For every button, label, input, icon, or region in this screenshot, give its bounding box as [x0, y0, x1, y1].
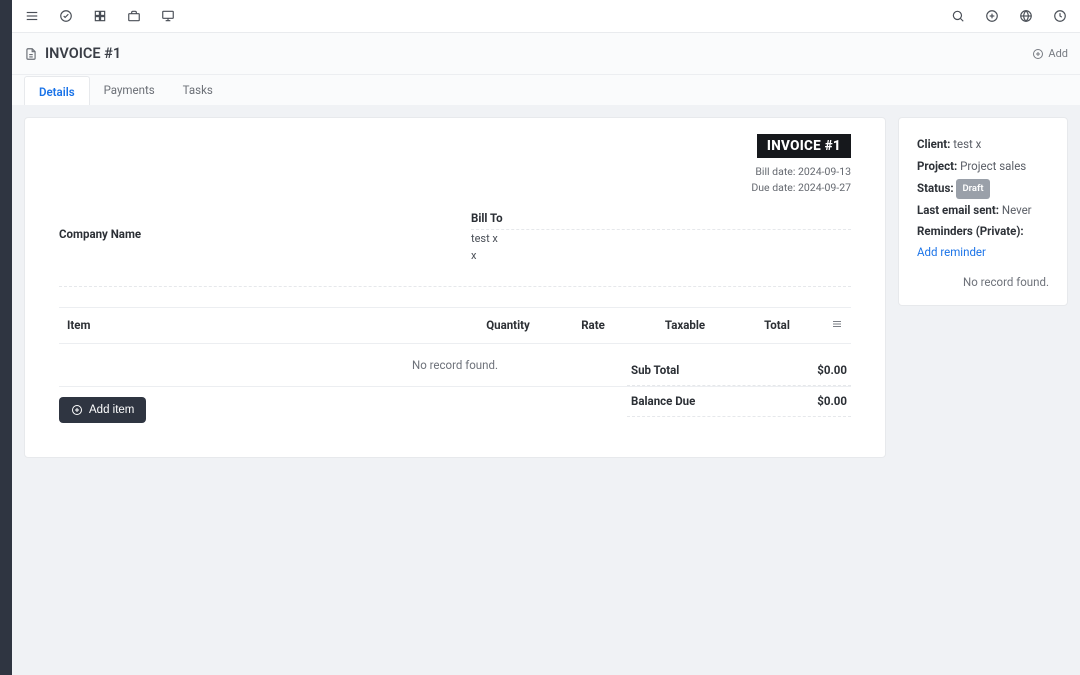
project-value[interactable]: Project sales	[960, 159, 1026, 173]
th-quantity: Quantity	[469, 308, 547, 342]
tab-tasks[interactable]: Tasks	[169, 75, 227, 105]
topbar	[12, 0, 1080, 33]
page-title: INVOICE #1	[45, 45, 121, 62]
search-icon[interactable]	[950, 8, 966, 24]
bill-date-label: Bill date:	[755, 165, 795, 178]
subtotal-label: Sub Total	[631, 363, 679, 377]
th-item: Item	[59, 308, 469, 342]
tabs: Details Payments Tasks	[12, 75, 1080, 105]
last-email-label: Last email sent:	[917, 203, 999, 217]
plus-circle-icon[interactable]	[984, 8, 1000, 24]
invoice-card: INVOICE #1 Bill date: 2024-09-13 Due dat…	[24, 117, 886, 458]
tab-label: Details	[39, 85, 75, 99]
globe-icon[interactable]	[1018, 8, 1034, 24]
last-email-value: Never	[1002, 203, 1032, 217]
invoice-number-badge: INVOICE #1	[757, 134, 851, 158]
side-panel: Client: test x Project: Project sales St…	[898, 117, 1068, 306]
add-item-button[interactable]: Add item	[59, 397, 146, 423]
totals: Sub Total $0.00 Balance Due $0.00	[627, 355, 851, 417]
tab-label: Tasks	[183, 83, 213, 97]
tab-label: Payments	[104, 83, 155, 97]
th-rate: Rate	[547, 308, 639, 342]
briefcase-icon[interactable]	[126, 8, 142, 24]
th-total: Total	[731, 308, 823, 342]
tab-payments[interactable]: Payments	[90, 75, 169, 105]
th-taxable: Taxable	[639, 308, 731, 342]
add-action-label: Add	[1048, 47, 1068, 60]
bill-to-label: Bill To	[471, 211, 851, 225]
left-edge-rail	[0, 0, 12, 675]
reminders-empty: No record found.	[917, 275, 1049, 289]
subtotal-value: $0.00	[817, 363, 847, 377]
client-value[interactable]: test x	[953, 137, 981, 151]
project-label: Project:	[917, 159, 957, 173]
reminders-label: Reminders (Private):	[917, 224, 1024, 238]
add-reminder-link[interactable]: Add reminder	[917, 245, 986, 259]
page-header: INVOICE #1 Add	[12, 33, 1080, 75]
due-date-label: Due date:	[751, 181, 795, 194]
company-name-label: Company Name	[59, 227, 439, 241]
client-label: Client:	[917, 137, 950, 151]
due-date-value: 2024-09-27	[798, 181, 851, 194]
bill-to-name: test x	[471, 230, 851, 247]
add-action[interactable]: Add	[1032, 47, 1068, 60]
bill-to-extra: x	[471, 247, 851, 264]
monitor-icon[interactable]	[160, 8, 176, 24]
status-label: Status:	[917, 181, 954, 195]
th-menu[interactable]	[823, 308, 851, 343]
grid-icon[interactable]	[92, 8, 108, 24]
status-badge: Draft	[956, 179, 989, 199]
check-circle-icon[interactable]	[58, 8, 74, 24]
bill-date-value: 2024-09-13	[798, 165, 851, 178]
balance-due-label: Balance Due	[631, 394, 695, 408]
document-icon	[24, 47, 38, 61]
menu-icon[interactable]	[24, 8, 40, 24]
balance-due-value: $0.00	[817, 394, 847, 408]
tab-details[interactable]: Details	[24, 76, 90, 106]
clock-icon[interactable]	[1052, 8, 1068, 24]
add-item-label: Add item	[89, 404, 134, 416]
